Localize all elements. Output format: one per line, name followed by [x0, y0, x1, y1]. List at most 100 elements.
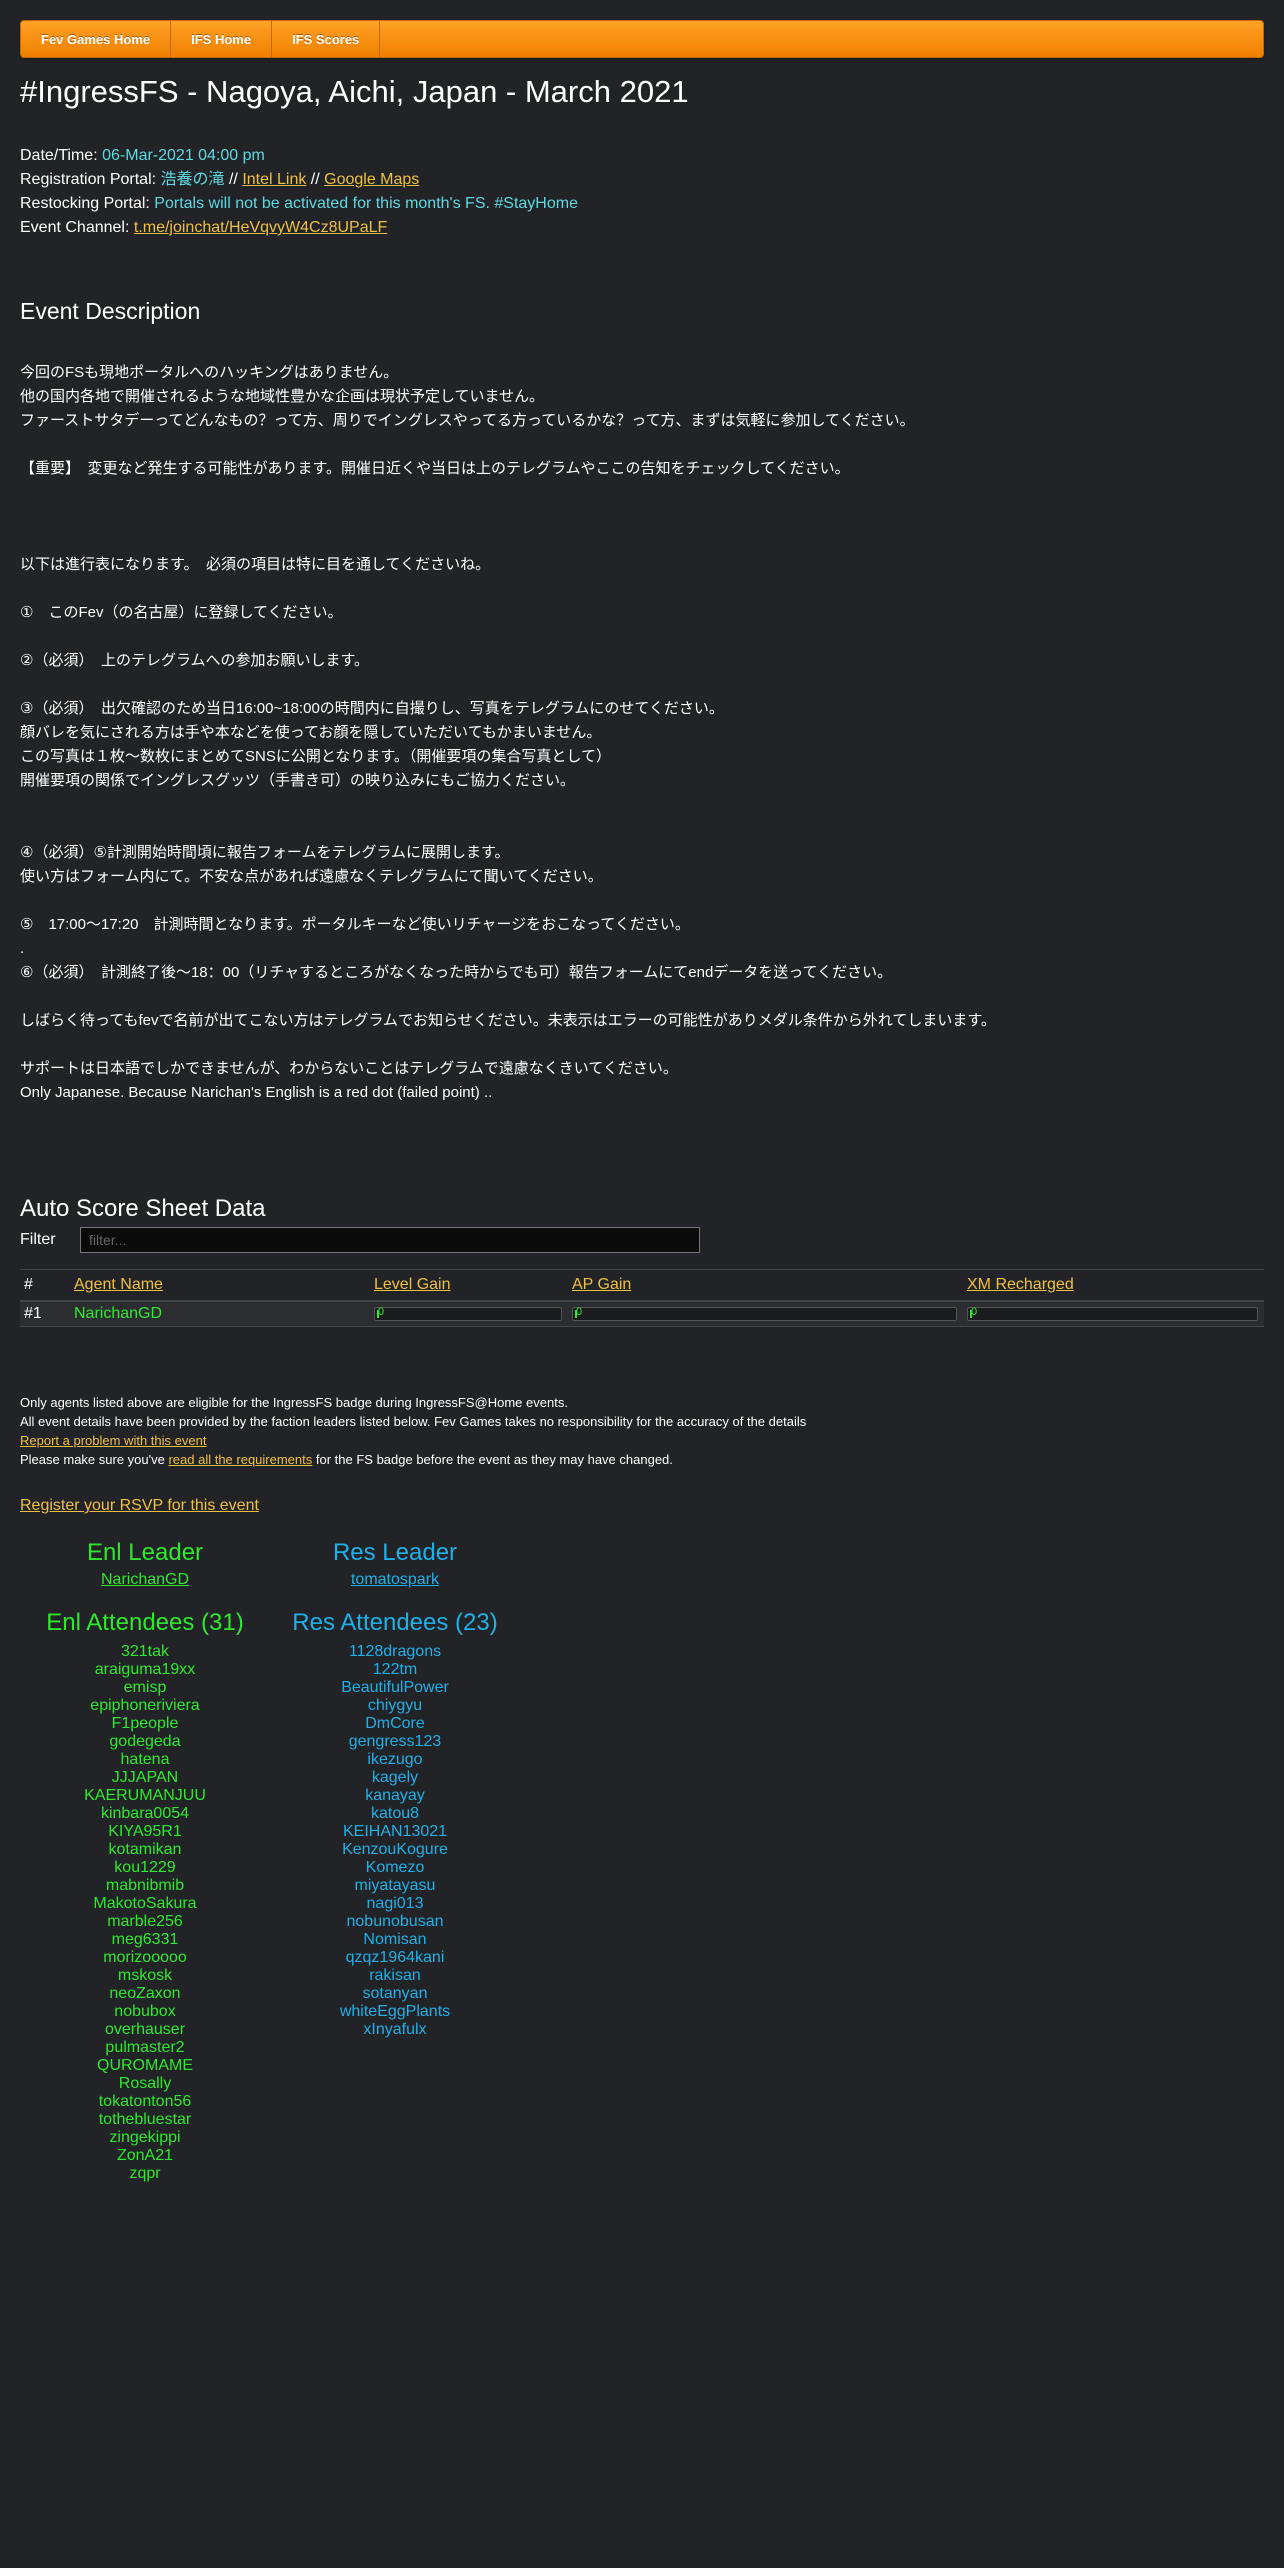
report-problem-link[interactable]: Report a problem with this event [20, 1433, 206, 1448]
res-faction: Res Leader tomatospark Res Attendees (23… [270, 1539, 520, 2183]
enl-attendee: hatena [120, 1751, 170, 1768]
nav-ifs-home[interactable]: IFS Home [171, 21, 273, 57]
sort-level-gain[interactable]: Level Gain [374, 1276, 451, 1293]
res-attendee: xInyafulx [363, 2021, 427, 2038]
separator: // [224, 171, 243, 188]
enl-attendee: emisp [123, 1679, 167, 1696]
enl-attendee: ZonA21 [116, 2147, 174, 2164]
col-agent-name[interactable]: Agent Name [70, 1269, 370, 1302]
description-line [20, 505, 1264, 529]
enl-attendee: Rosally [118, 2075, 172, 2092]
description-line: ① このFev（の名古屋）に登録してください。 [20, 604, 343, 621]
enl-attendee-list: 321tak araiguma19xx emisp epiphoneriviera F1… [20, 1643, 270, 2183]
datetime-label: Date/Time: [20, 147, 98, 164]
restock-label: Restocking Portal: [20, 195, 150, 212]
enl-leader-link[interactable]: NarichanGD [101, 1571, 189, 1588]
description-line [20, 817, 1264, 841]
res-attendee: nagi013 [366, 1895, 424, 1912]
enl-attendee: nobubox [114, 2003, 176, 2020]
channel-link[interactable]: t.me/joinchat/HeVqvyW4Cz8UPaLF [134, 219, 387, 236]
note-disclaimer: All event details have been provided by … [20, 1414, 807, 1429]
datetime-value: 06-Mar-2021 04:00 pm [102, 147, 265, 164]
description-line: 開催要項の関係でイングレスグッツ（手書き可）の映り込みにもご協力ください。 [20, 772, 576, 789]
enl-attendees-title: Enl Attendees (31) [46, 1609, 244, 1636]
page: Fev Games Home IFS Home IFS Scores #Ingr… [0, 0, 1284, 2183]
enl-attendee: overhauser [104, 2021, 186, 2038]
col-ap-gain[interactable]: AP Gain [568, 1269, 963, 1302]
description-line: ④（必須）⑤計測開始時間頃に報告フォームをテレグラムに展開します。 [20, 844, 510, 861]
res-attendee: ikezugo [367, 1751, 423, 1768]
rsvp-link[interactable]: Register your RSVP for this event [20, 1497, 259, 1514]
description-line [20, 793, 1264, 817]
note-requirements-pre: Please make sure you've [20, 1452, 169, 1467]
enl-attendee: meg6331 [111, 1931, 179, 1948]
enl-attendee: QUROMAME [97, 2057, 193, 2074]
res-attendee: qzqz1964kani [345, 1949, 445, 1966]
enl-attendee: mabnibmib [105, 1877, 185, 1894]
description-line [20, 577, 1264, 601]
description-line: 他の国内各地で開催されるような地域性豊かな企画は現状予定していません。 [20, 388, 545, 405]
top-navbar: Fev Games Home IFS Home IFS Scores [20, 20, 1264, 58]
description-line: ⑥（必須） 計測終了後～18：00（リチャするところがなくなった時からでも可）報… [20, 964, 893, 981]
res-attendee-list: 1128dragons 122tm BeautifulPower chiygyu DmC… [270, 1643, 520, 2039]
nav-fev-games-home[interactable]: Fev Games Home [21, 21, 172, 57]
sort-agent-name[interactable]: Agent Name [74, 1276, 163, 1293]
description-line [20, 889, 1264, 913]
score-sheet-heading: Auto Score Sheet Data [20, 1195, 266, 1222]
res-attendee: nobunobusan [346, 1913, 444, 1930]
description-line: ②（必須） 上のテレグラムへの参加お願いします。 [20, 652, 369, 669]
enl-attendee: kinbara0054 [100, 1805, 190, 1822]
res-attendee: 122tm [372, 1661, 418, 1678]
enl-attendee: KIYA95R1 [108, 1823, 182, 1840]
page-title: #IngressFS - Nagoya, Aichi, Japan - Marc… [20, 74, 689, 109]
res-attendee: whiteEggPlants [339, 2003, 451, 2020]
enl-attendee: tokatonton56 [98, 2093, 192, 2110]
enl-attendee: araiguma19xx [94, 1661, 196, 1678]
enl-attendee: pulmaster2 [105, 2039, 185, 2056]
description-line: 【重要】 変更など発生する可能性があります。開催日近くや当日は上のテレグラムやこ… [20, 460, 850, 477]
enl-attendee: marble256 [107, 1913, 183, 1930]
google-maps-link[interactable]: Google Maps [324, 171, 419, 188]
enl-attendee: zqpr [129, 2165, 161, 2182]
row-xm-recharged-cell: 0 [963, 1301, 1264, 1327]
res-attendee: chiygyu [367, 1697, 423, 1714]
enl-attendee: epiphoneriviera [90, 1697, 200, 1714]
res-attendee: gengress123 [348, 1733, 442, 1750]
description-line: 今回のFSも現地ポータルへのハッキングはありません。 [20, 364, 399, 381]
description-line: しばらく待ってもfevで名前が出てこない方はテレグラムでお知らせください。未表示… [20, 1012, 996, 1029]
res-attendee: DmCore [365, 1715, 425, 1732]
note-eligibility: Only agents listed above are eligible fo… [20, 1395, 568, 1410]
filter-input[interactable] [80, 1227, 700, 1253]
enl-attendee: KAERUMANJUU [84, 1787, 206, 1804]
description-line: ③（必須） 出欠確認のため当日16:00~18:00の時間内に自撮りし、写真をテ… [20, 700, 724, 717]
xm-recharged-bar: 0 [967, 1306, 1258, 1321]
description-line: . [20, 940, 25, 957]
res-leader-title: Res Leader [332, 1539, 458, 1566]
restock-row: Restocking Portal: Portals will not be a… [20, 192, 1264, 216]
enl-attendee: neoZaxon [109, 1985, 181, 2002]
intel-link[interactable]: Intel Link [242, 171, 306, 188]
res-leader-link[interactable]: tomatospark [351, 1571, 439, 1588]
description-line [20, 625, 1264, 649]
sort-ap-gain[interactable]: AP Gain [572, 1276, 631, 1293]
col-xm-recharged[interactable]: XM Recharged [963, 1269, 1264, 1302]
res-attendee: miyatayasu [354, 1877, 436, 1894]
res-attendees-title: Res Attendees (23) [292, 1609, 498, 1636]
datetime-row: Date/Time: 06-Mar-2021 04:00 pm [20, 144, 1264, 168]
res-attendee: Nomisan [363, 1931, 427, 1948]
nav-ifs-scores[interactable]: IFS Scores [272, 21, 381, 57]
col-level-gain[interactable]: Level Gain [370, 1269, 568, 1302]
event-description: 今回のFSも現地ポータルへのハッキングはありません。他の国内各地で開催されるよう… [20, 361, 1264, 1105]
col-rank: # [20, 1269, 70, 1302]
enl-attendee: tothebluestar [98, 2111, 192, 2128]
enl-attendee: kou1229 [114, 1859, 176, 1876]
enl-leader-title: Enl Leader [86, 1539, 204, 1566]
sort-xm-recharged[interactable]: XM Recharged [967, 1276, 1074, 1293]
filter-row: Filter [20, 1227, 1264, 1253]
description-line: 以下は進行表になります。 必須の項目は特に目を通してくださいね。 [20, 556, 491, 573]
registration-row: Registration Portal: 浩養の滝 // Intel Link … [20, 168, 1264, 192]
requirements-link[interactable]: read all the requirements [168, 1452, 312, 1467]
event-description-heading: Event Description [20, 298, 201, 324]
description-line [20, 1033, 1264, 1057]
res-attendee: Komezo [365, 1859, 425, 1876]
